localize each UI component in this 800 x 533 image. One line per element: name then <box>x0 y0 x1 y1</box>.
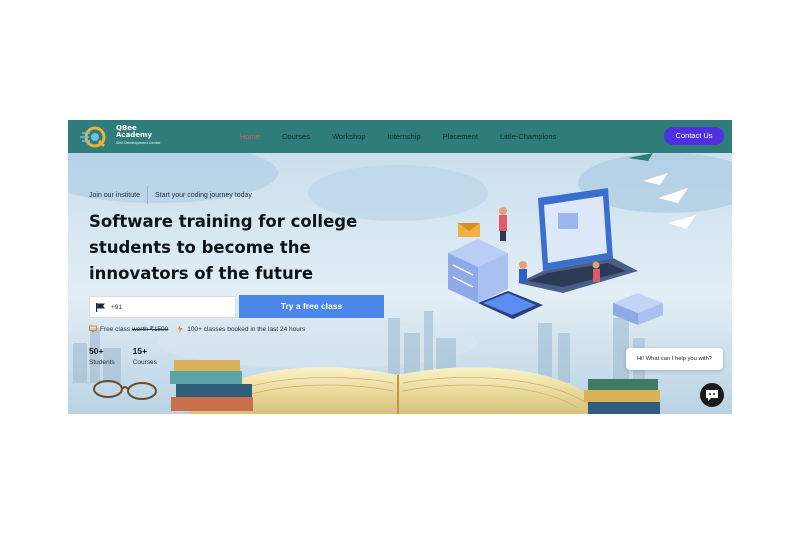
nav-little-champions[interactable]: Little-Champions <box>500 132 556 141</box>
try-free-class-button[interactable]: Try a free class <box>239 295 384 318</box>
chat-widget-button[interactable] <box>700 383 724 407</box>
top-navbar: QBee Academy Skill Development Center Ho… <box>68 120 732 153</box>
brand-name: QBee Academy <box>116 124 152 139</box>
stats-row: 50+ Students 15+ Courses <box>89 346 175 366</box>
stat-students: 50+ Students <box>89 346 115 366</box>
tagline-join: Join our institute <box>89 191 140 199</box>
landing-page: QBee Academy Skill Development Center Ho… <box>68 120 732 414</box>
contact-us-button[interactable]: Contact Us <box>664 127 724 145</box>
students-count: 50+ <box>89 346 104 356</box>
country-code: +91 <box>111 303 123 311</box>
nav-courses[interactable]: Courses <box>282 132 310 141</box>
main-menu: Home Courses Workshop Internship Placeme… <box>240 132 578 141</box>
brand-logo[interactable]: QBee Academy Skill Development Center <box>80 123 170 151</box>
students-label: Students <box>89 359 115 366</box>
flag-icon[interactable] <box>96 302 106 312</box>
hero-headline: Software training for college students t… <box>89 212 358 283</box>
nav-home[interactable]: Home <box>240 132 260 141</box>
offer-row: Free class worth ₹1500 100+ classes book… <box>89 325 305 333</box>
courses-count: 15+ <box>132 346 148 356</box>
monitor-icon <box>89 325 97 333</box>
hero-section: Join our institute Start your coding jou… <box>68 153 732 414</box>
classes-booked-text: 100+ classes booked in the last 24 hours <box>187 325 306 333</box>
nav-placement[interactable]: Placement <box>443 132 478 141</box>
stat-courses: 15+ Courses <box>133 346 157 366</box>
nav-workshop[interactable]: Workshop <box>332 132 366 141</box>
brand-subtitle: Skill Development Center <box>116 141 161 145</box>
chat-icon <box>706 390 718 401</box>
hero-tagline: Join our institute Start your coding jou… <box>89 186 252 204</box>
tagline-divider <box>146 186 148 204</box>
free-class-text: Free class <box>100 325 130 333</box>
tagline-start: Start your coding journey today <box>154 191 252 199</box>
nav-internship[interactable]: Internship <box>388 132 421 141</box>
phone-number-field[interactable]: +91 <box>89 296 236 318</box>
free-class-worth: worth ₹1500 <box>131 326 169 333</box>
chat-greeting-bubble[interactable]: Hi! What can I help you with? <box>626 348 723 370</box>
courses-label: Courses <box>132 359 157 366</box>
brand-text: QBee Academy Skill Development Center <box>116 124 170 146</box>
lightning-icon <box>177 325 183 333</box>
qbee-logo-icon <box>80 126 106 148</box>
